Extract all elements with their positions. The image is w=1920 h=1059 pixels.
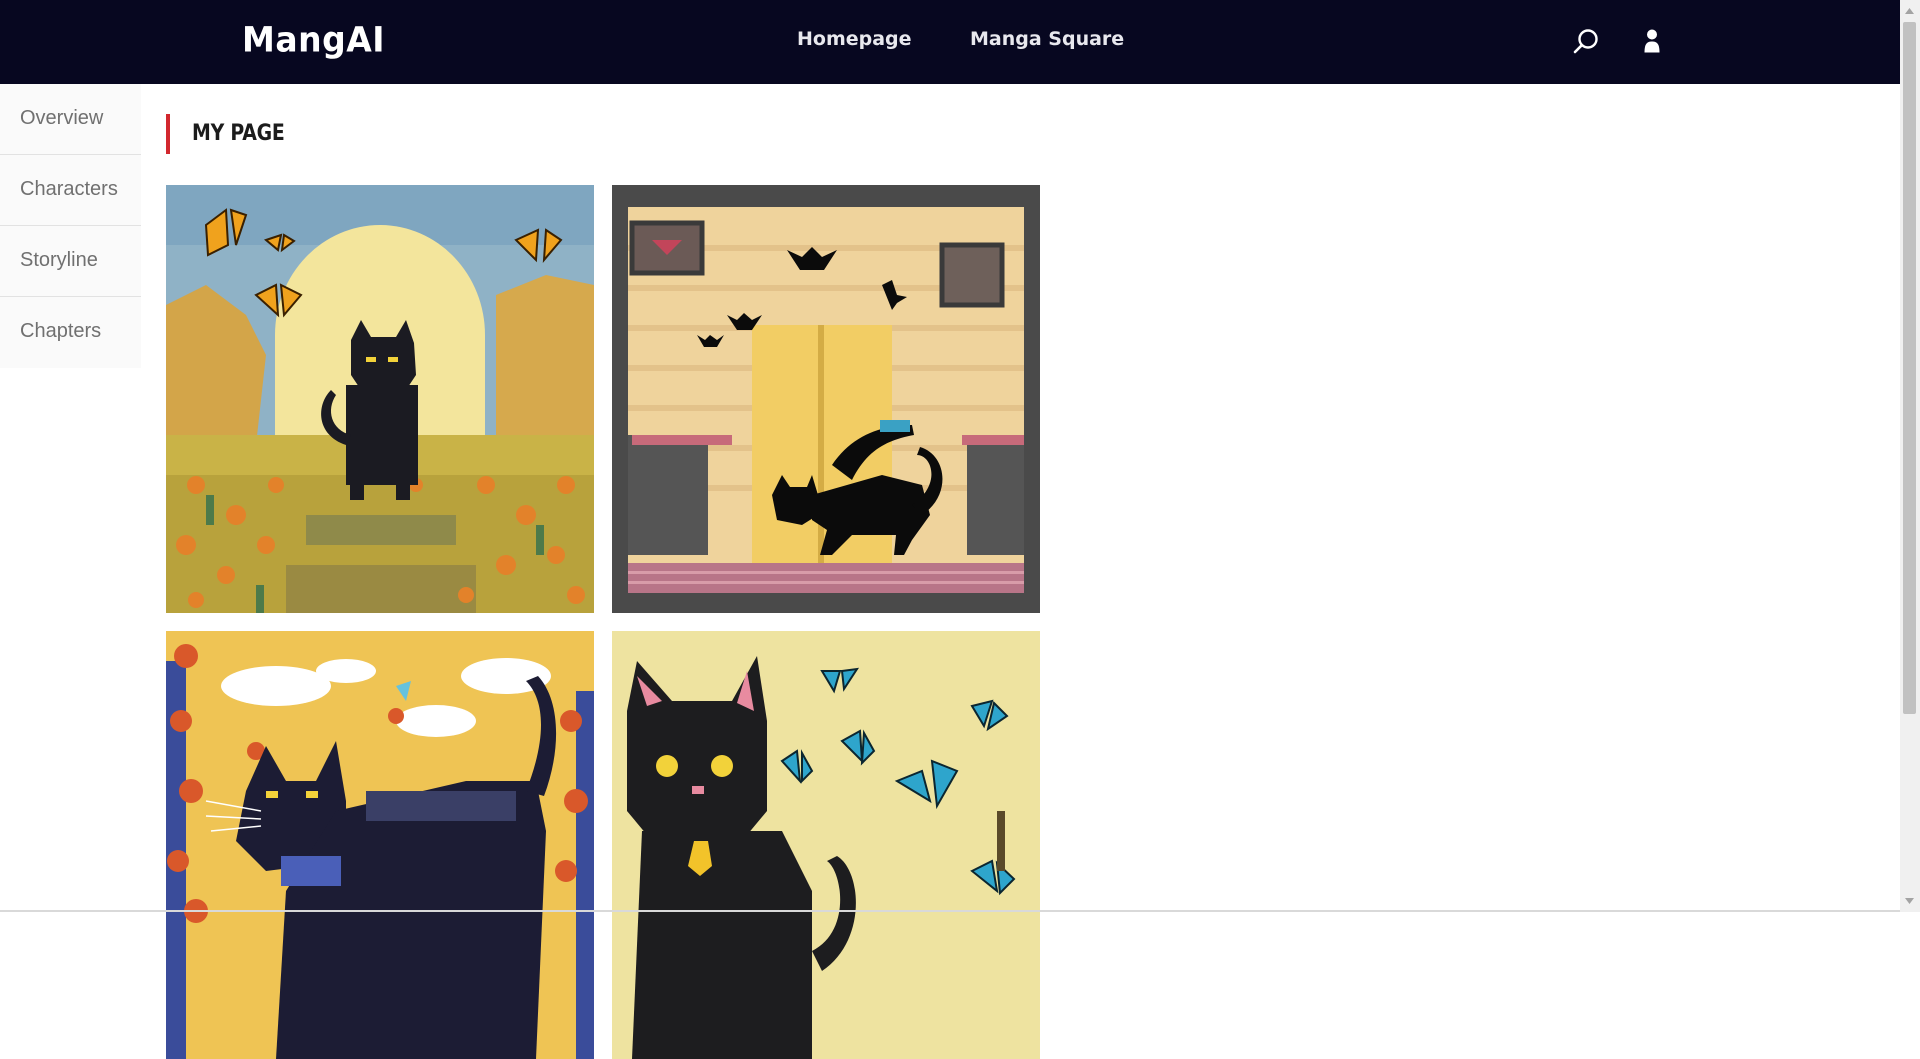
nav-link-homepage[interactable]: Homepage: [797, 28, 912, 50]
gallery-image-2[interactable]: [612, 185, 1040, 613]
sidebar-item-characters[interactable]: Characters: [0, 155, 141, 226]
page-title: MY PAGE: [192, 121, 285, 146]
cat-room-image: [612, 185, 1040, 613]
scroll-down-arrow-icon[interactable]: [1903, 894, 1916, 908]
search-icon: [1573, 29, 1598, 54]
cat-flower-field-image: [166, 185, 594, 613]
cat-clouds-image: [166, 631, 594, 1059]
site-logo[interactable]: MangAI: [242, 19, 385, 60]
user-icon: [1644, 29, 1660, 53]
gallery-image-1[interactable]: [166, 185, 594, 613]
sidebar-item-overview[interactable]: Overview: [0, 84, 141, 155]
user-account-button[interactable]: [1634, 24, 1670, 60]
gallery-image-4[interactable]: [612, 631, 1040, 1059]
sidebar: Overview Characters Storyline Chapters: [0, 84, 141, 368]
scroll-up-arrow-icon[interactable]: [1903, 4, 1916, 18]
gallery-image-3[interactable]: [166, 631, 594, 1059]
nav-link-manga-square[interactable]: Manga Square: [970, 28, 1124, 50]
scrollbar-thumb[interactable]: [1903, 22, 1916, 714]
page-scrollbar[interactable]: [1900, 0, 1920, 912]
page-title-section: MY PAGE: [166, 114, 300, 154]
top-navigation-bar: MangAI Homepage Manga Square: [0, 0, 1900, 84]
sidebar-item-chapters[interactable]: Chapters: [0, 297, 141, 368]
search-button[interactable]: [1568, 24, 1604, 60]
sidebar-item-storyline[interactable]: Storyline: [0, 226, 141, 297]
cat-butterflies-image: [612, 631, 1040, 1059]
